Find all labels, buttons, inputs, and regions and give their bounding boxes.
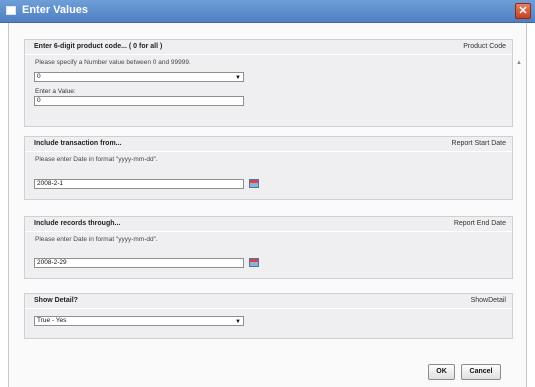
section-title: Show Detail? [34, 297, 78, 304]
section-hint: Please enter Date in format "yyyy-mm-dd"… [35, 156, 158, 163]
section-hint: Please specify a Number value between 0 … [35, 59, 191, 66]
select-value: 0 [37, 73, 41, 80]
product-code-select[interactable]: 0 ▼ [34, 72, 244, 82]
section-divider [25, 54, 512, 55]
cancel-button[interactable]: Cancel [461, 364, 501, 380]
section-title: Include records through... [34, 220, 121, 227]
section-hint: Please enter Date in format "yyyy-mm-dd"… [35, 236, 158, 243]
start-date-input[interactable]: 2008-2-1 [34, 179, 244, 189]
show-detail-header: Show Detail? ShowDetail [25, 294, 512, 307]
close-button[interactable]: ✕ [515, 3, 531, 19]
ok-button[interactable]: OK [428, 364, 455, 380]
section-tag: Report Start Date [451, 140, 506, 147]
start-date-section: Include transaction from... Report Start… [24, 136, 513, 200]
section-tag: Report End Date [453, 220, 506, 227]
select-value: True - Yes [37, 317, 67, 324]
end-date-header: Include records through... Report End Da… [25, 217, 512, 230]
scroll-up-icon[interactable]: ▲ [516, 60, 522, 66]
section-tag: ShowDetail [470, 297, 506, 304]
dialog-window-icon [6, 6, 16, 15]
end-date-section: Include records through... Report End Da… [24, 216, 513, 279]
show-detail-select[interactable]: True - Yes ▼ [34, 316, 244, 326]
product-code-input[interactable]: 0 [34, 96, 244, 106]
product-code-header: Enter 6-digit product code... ( 0 for al… [25, 40, 512, 53]
value-label: Enter a Value: [35, 88, 76, 95]
calendar-icon[interactable] [249, 258, 259, 267]
end-date-input[interactable]: 2008-2-29 [34, 258, 244, 268]
chevron-down-icon[interactable]: ▼ [235, 74, 241, 82]
dialog-title: Enter Values [22, 4, 89, 16]
section-tag: Product Code [463, 43, 506, 50]
section-divider [25, 231, 512, 232]
calendar-icon[interactable] [249, 179, 259, 188]
section-title: Enter 6-digit product code... ( 0 for al… [34, 43, 163, 50]
section-divider [25, 308, 512, 309]
dialog-titlebar: Enter Values ✕ [0, 0, 535, 23]
chevron-down-icon[interactable]: ▼ [235, 318, 241, 326]
section-divider [25, 151, 512, 152]
show-detail-section: Show Detail? ShowDetail True - Yes ▼ [24, 293, 513, 339]
start-date-header: Include transaction from... Report Start… [25, 137, 512, 150]
section-title: Include transaction from... [34, 140, 122, 147]
product-code-section: Enter 6-digit product code... ( 0 for al… [24, 39, 513, 127]
